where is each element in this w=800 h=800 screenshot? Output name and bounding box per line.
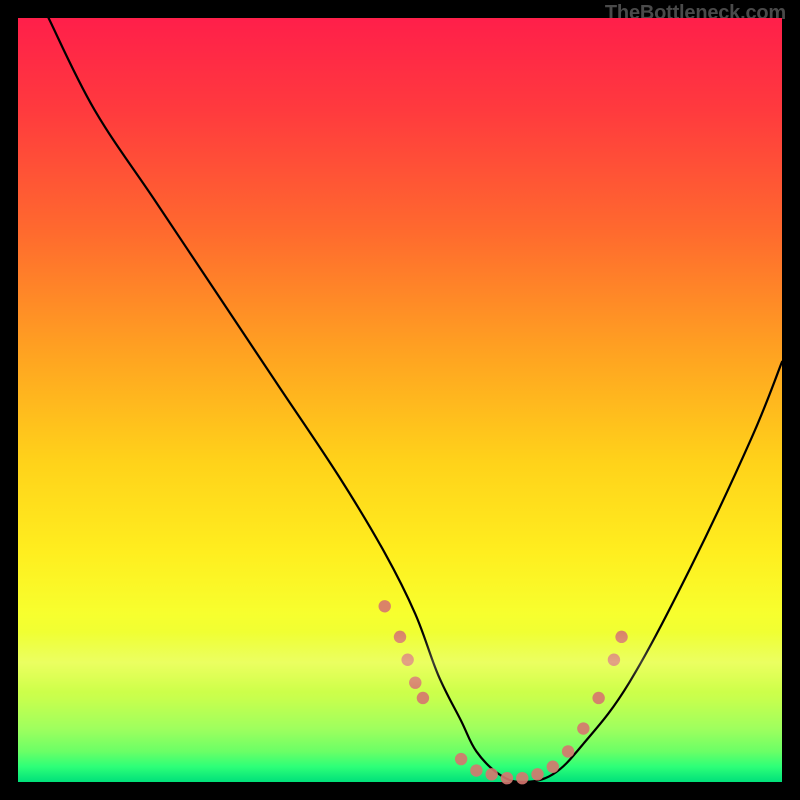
marker-dot [401, 654, 413, 666]
marker-dot [485, 768, 497, 780]
bottleneck-curve [49, 18, 782, 782]
marker-dot [531, 768, 543, 780]
marker-dot [417, 692, 429, 704]
marker-dot [577, 722, 589, 734]
chart-svg [18, 18, 782, 782]
chart-stage: TheBottleneck.com [0, 0, 800, 800]
marker-dot [516, 772, 528, 784]
marker-dot [455, 753, 467, 765]
highlighted-points [379, 600, 628, 784]
marker-dot [547, 761, 559, 773]
marker-dot [379, 600, 391, 612]
marker-dot [501, 772, 513, 784]
marker-dot [470, 764, 482, 776]
marker-dot [394, 631, 406, 643]
marker-dot [608, 654, 620, 666]
marker-dot [562, 745, 574, 757]
marker-dot [592, 692, 604, 704]
plot-area [18, 18, 782, 782]
marker-dot [409, 676, 421, 688]
marker-dot [615, 631, 627, 643]
